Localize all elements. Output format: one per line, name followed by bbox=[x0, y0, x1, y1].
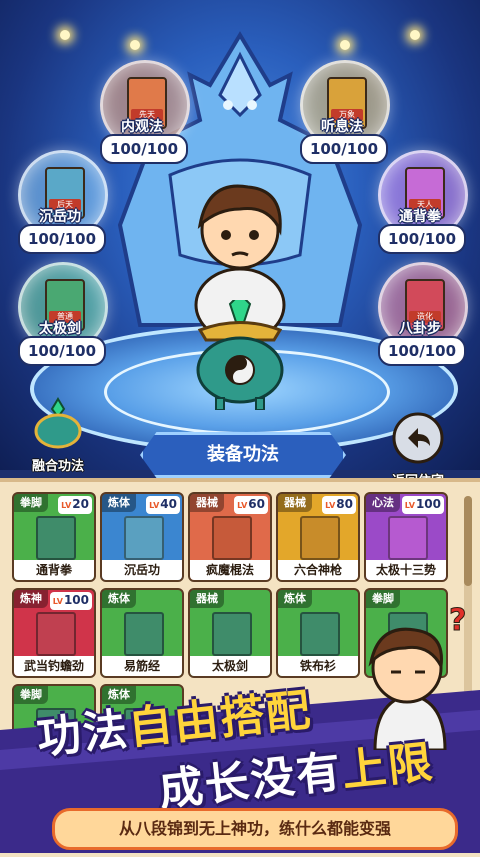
skill-slot-count: 100/100 bbox=[100, 134, 188, 164]
skill-level: LV100 bbox=[49, 592, 92, 610]
fuse-label: 融合功法 bbox=[31, 459, 84, 474]
skill-category: 炼体 bbox=[278, 590, 312, 608]
skill-category: 心法 bbox=[366, 494, 400, 512]
skill-category: 器械 bbox=[278, 494, 312, 512]
equip-skills-button[interactable]: 装备功法 bbox=[140, 432, 346, 478]
skill-category: 器械 bbox=[190, 494, 224, 512]
skill-book-icon bbox=[212, 612, 252, 656]
tagline: 从八段锦到无上神功，练什么都能变强 bbox=[52, 808, 458, 850]
skill-level: LV80 bbox=[322, 496, 356, 514]
skill-card-name: 武当钓蟾劲 bbox=[14, 656, 94, 676]
skill-slot-name: 沉岳功 bbox=[39, 209, 81, 225]
skill-category: 炼体 bbox=[102, 494, 136, 512]
level-prefix: LV bbox=[404, 501, 415, 510]
skill-card[interactable]: 炼体 易筋经 bbox=[100, 588, 184, 678]
skill-card[interactable]: 心法 LV100 太极十三势 bbox=[364, 492, 448, 582]
skill-book-icon bbox=[212, 516, 252, 560]
skill-card[interactable]: 拳脚 LV20 通背拳 bbox=[12, 492, 96, 582]
level-value: 40 bbox=[160, 497, 177, 511]
fuse-skills-button[interactable]: 融合功法 bbox=[18, 395, 98, 474]
return-arrow-icon bbox=[392, 412, 444, 464]
skill-slot-count: 100/100 bbox=[18, 336, 106, 366]
scroll-thumb[interactable] bbox=[464, 496, 472, 586]
level-prefix: LV bbox=[149, 501, 160, 510]
skill-slot-count: 100/100 bbox=[378, 336, 466, 366]
level-prefix: LV bbox=[325, 501, 336, 510]
skill-book-icon bbox=[36, 612, 76, 656]
question-mark-icon: ? bbox=[449, 603, 466, 638]
skill-category: 炼体 bbox=[102, 590, 136, 608]
skill-book-icon bbox=[388, 516, 428, 560]
skill-level: LV100 bbox=[401, 496, 444, 514]
skill-slot-name: 内观法 bbox=[121, 119, 163, 135]
level-value: 60 bbox=[248, 497, 265, 511]
skill-book-icon bbox=[300, 612, 340, 656]
skill-slot-name: 听息法 bbox=[321, 119, 363, 135]
skill-slot-count: 100/100 bbox=[300, 134, 388, 164]
skill-slot-count: 100/100 bbox=[378, 224, 466, 254]
skill-category: 炼神 bbox=[14, 590, 48, 608]
skill-category: 拳脚 bbox=[14, 494, 48, 512]
skill-card-name: 疯魔棍法 bbox=[190, 560, 270, 580]
level-prefix: LV bbox=[237, 501, 248, 510]
skill-card[interactable]: 炼体 LV40 沉岳功 bbox=[100, 492, 184, 582]
fuse-cauldron-icon bbox=[34, 397, 82, 449]
skill-card-name: 六合神枪 bbox=[278, 560, 358, 580]
skill-card[interactable]: 器械 LV80 六合神枪 bbox=[276, 492, 360, 582]
slogan-1a: 功法 bbox=[34, 703, 132, 765]
skill-book-icon bbox=[124, 612, 164, 656]
skill-slot-name: 通背拳 bbox=[399, 209, 441, 225]
cauldron-with-gem bbox=[196, 300, 284, 410]
spotlight bbox=[60, 30, 70, 40]
skill-slot-name: 太极剑 bbox=[39, 321, 81, 337]
level-prefix: LV bbox=[61, 501, 72, 510]
skill-card-name: 太极十三势 bbox=[366, 560, 446, 580]
skill-level: LV20 bbox=[58, 496, 92, 514]
skill-card[interactable]: 器械 太极剑 bbox=[188, 588, 272, 678]
level-value: 80 bbox=[336, 497, 353, 511]
skill-card-name: 通背拳 bbox=[14, 560, 94, 580]
skill-card-name: 易筋经 bbox=[102, 656, 182, 676]
skill-card-name: 太极剑 bbox=[190, 656, 270, 676]
skill-book-icon bbox=[300, 516, 340, 560]
level-value: 100 bbox=[415, 497, 441, 511]
level-value: 100 bbox=[63, 593, 89, 607]
skill-book-icon bbox=[36, 516, 76, 560]
level-value: 20 bbox=[72, 497, 89, 511]
skill-level: LV60 bbox=[234, 496, 268, 514]
skill-slot-count: 100/100 bbox=[18, 224, 106, 254]
skill-card-name: 沉岳功 bbox=[102, 560, 182, 580]
spotlight bbox=[410, 30, 420, 40]
skill-card[interactable]: 器械 LV60 疯魔棍法 bbox=[188, 492, 272, 582]
slogan-2b: 上限 bbox=[339, 736, 437, 798]
skill-book-icon bbox=[124, 516, 164, 560]
skill-level: LV40 bbox=[146, 496, 180, 514]
equip-label: 装备功法 bbox=[207, 444, 279, 465]
skill-category: 器械 bbox=[190, 590, 224, 608]
level-prefix: LV bbox=[52, 597, 63, 606]
skill-card[interactable]: 炼神 LV100 武当钓蟾劲 bbox=[12, 588, 96, 678]
skill-slot-name: 八卦步 bbox=[399, 321, 441, 337]
